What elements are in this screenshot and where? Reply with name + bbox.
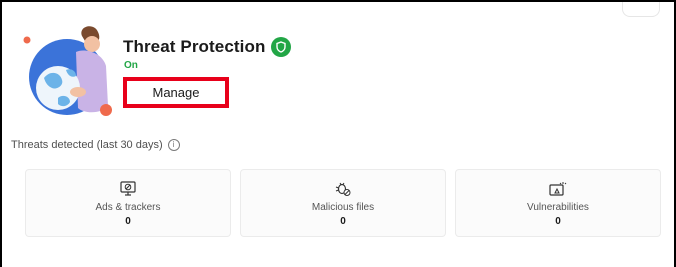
threats-detected-label: Threats detected (last 30 days) — [11, 139, 163, 151]
vulnerability-icon — [549, 182, 567, 196]
threat-protection-panel: Threat Protection On Manage Threats dete… — [0, 0, 676, 267]
stat-card-ads-trackers[interactable]: Ads & trackers 0 — [25, 169, 231, 237]
card-title: Threat Protection — [123, 37, 266, 56]
stat-card-malicious-files[interactable]: Malicious files 0 — [240, 169, 446, 237]
stat-card-vulnerabilities[interactable]: Vulnerabilities 0 — [455, 169, 661, 237]
threat-protection-illustration — [23, 26, 112, 116]
stat-count: 0 — [125, 216, 131, 227]
corner-tab — [622, 2, 660, 17]
manage-button[interactable]: Manage — [123, 77, 229, 108]
stat-count: 0 — [555, 216, 561, 227]
shield-check-icon — [271, 37, 292, 57]
stat-label: Vulnerabilities — [527, 202, 589, 213]
bug-blocked-icon — [335, 182, 351, 196]
protection-status: On — [124, 60, 138, 71]
blocked-screen-icon — [120, 181, 136, 196]
stat-label: Malicious files — [311, 202, 375, 213]
info-icon[interactable]: i — [167, 139, 180, 151]
threats-detected-heading: Threats detected (last 30 days) i — [11, 139, 180, 151]
stat-label: Ads & trackers — [95, 202, 161, 213]
stat-count: 0 — [340, 216, 346, 227]
